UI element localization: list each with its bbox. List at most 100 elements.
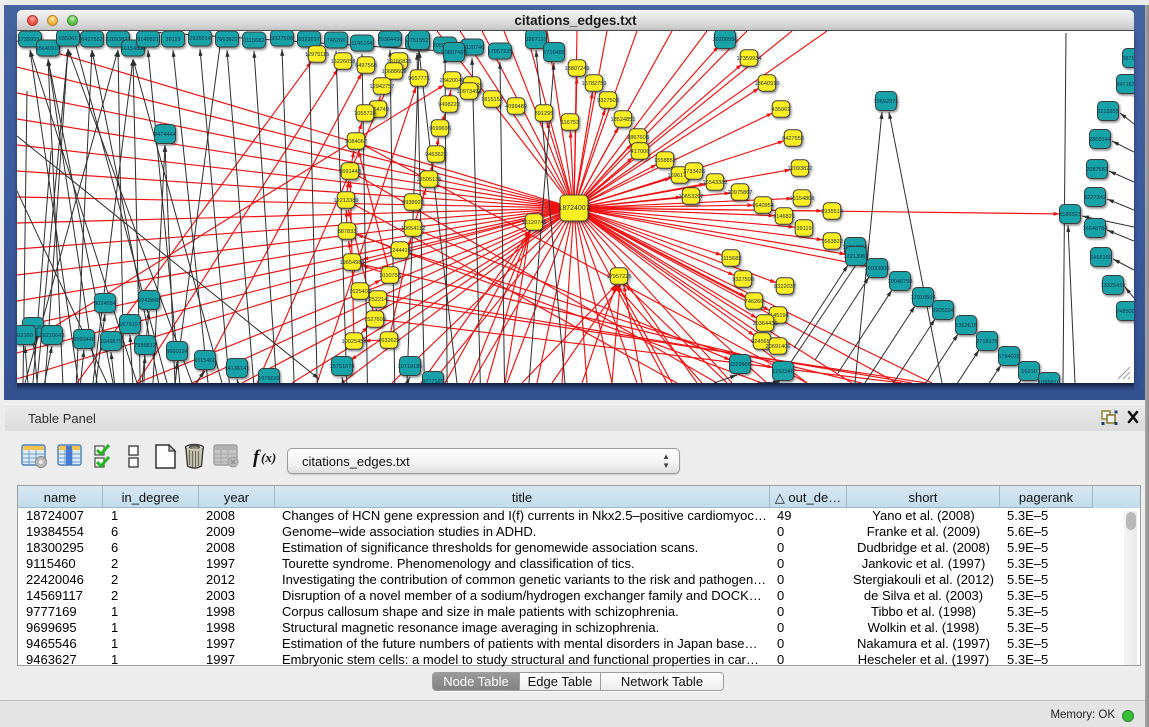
svg-text:12093822: 12093822 (788, 166, 813, 172)
svg-text:10688609: 10688609 (382, 69, 407, 75)
svg-text:20364436: 20364436 (753, 321, 778, 327)
svg-text:3267110: 3267110 (525, 37, 546, 43)
svg-text:12975115: 12975115 (305, 52, 329, 58)
svg-text:16543382: 16543382 (703, 180, 728, 186)
svg-text:2867608: 2867608 (627, 135, 649, 141)
svg-text:16210643: 16210643 (40, 333, 65, 339)
svg-text:8990448: 8990448 (73, 337, 95, 343)
svg-text:9115460: 9115460 (194, 358, 215, 364)
svg-text:15692971: 15692971 (874, 99, 899, 105)
svg-text:10973493: 10973493 (457, 89, 482, 95)
svg-text:10653267: 10653267 (679, 194, 704, 200)
svg-text:16033809: 16033809 (865, 266, 890, 272)
svg-text:7663822: 7663822 (216, 37, 238, 43)
svg-text:1527602: 1527602 (364, 317, 386, 323)
svg-text:20206556: 20206556 (713, 37, 738, 43)
svg-text:15226058: 15226058 (331, 59, 356, 65)
svg-text:10807467: 10807467 (442, 50, 467, 56)
svg-text:435061: 435061 (772, 107, 791, 113)
svg-text:116753: 116753 (561, 120, 579, 126)
svg-text:7625402: 7625402 (349, 289, 371, 295)
svg-text:7955812: 7955812 (134, 343, 156, 349)
svg-text:16210: 16210 (1021, 369, 1037, 375)
svg-text:2087682: 2087682 (1086, 167, 1108, 173)
svg-text:2935514: 2935514 (189, 36, 211, 42)
svg-text:16120746: 16120746 (522, 220, 547, 226)
svg-text:9327508: 9327508 (732, 277, 754, 283)
svg-text:20364436: 20364436 (378, 37, 403, 43)
svg-text:2935514: 2935514 (821, 209, 843, 215)
svg-text:8427552: 8427552 (782, 136, 804, 142)
svg-text:(x): (x) (261, 450, 276, 465)
svg-text:10025458: 10025458 (342, 339, 367, 345)
svg-text:9146821: 9146821 (137, 37, 159, 43)
svg-text:7632621: 7632621 (378, 338, 400, 344)
svg-text:9227342: 9227342 (1084, 195, 1106, 201)
svg-text:9657771: 9657771 (408, 76, 430, 82)
svg-text:12213967: 12213967 (844, 254, 869, 260)
svg-text:39119: 39119 (796, 226, 811, 232)
svg-text:3215955: 3215955 (1097, 109, 1119, 115)
svg-text:17957225: 17957225 (607, 274, 632, 280)
svg-text:9474444: 9474444 (154, 132, 176, 138)
svg-text:18807249: 18807249 (565, 66, 590, 72)
svg-text:1010755: 1010755 (379, 273, 401, 279)
svg-text:9329966: 9329966 (729, 362, 751, 368)
svg-text:9699695: 9699695 (429, 126, 451, 132)
svg-text:17957225: 17957225 (488, 49, 513, 55)
svg-text:9327503: 9327503 (597, 98, 619, 104)
svg-text:20691406: 20691406 (766, 344, 791, 350)
svg-text:8322037: 8322037 (298, 37, 320, 43)
svg-text:12942757: 12942757 (370, 84, 395, 90)
svg-text:8938923: 8938923 (402, 200, 424, 206)
svg-text:5716485: 5716485 (543, 50, 565, 56)
svg-text:8660124: 8660124 (166, 349, 188, 355)
svg-text:3875685: 3875685 (1122, 56, 1134, 62)
svg-text:887833: 887833 (338, 229, 357, 235)
svg-text:9242848: 9242848 (138, 298, 160, 304)
svg-text:8427552: 8427552 (81, 37, 103, 43)
svg-text:252214: 252214 (369, 297, 388, 303)
svg-text:1244415: 1244415 (389, 248, 411, 254)
svg-text:10654112: 10654112 (401, 226, 425, 232)
svg-text:891295: 891295 (535, 111, 554, 117)
svg-text:2718176: 2718176 (976, 339, 998, 345)
svg-text:19046798: 19046798 (888, 279, 913, 285)
svg-text:7485003: 7485003 (1116, 309, 1134, 315)
svg-text:18640910: 18640910 (36, 46, 61, 52)
svg-text:20975867: 20975867 (728, 190, 753, 196)
svg-text:417006: 417006 (631, 149, 650, 155)
svg-text:9463627: 9463627 (425, 152, 447, 158)
svg-text:12213389: 12213389 (334, 198, 359, 204)
svg-text:8322037: 8322037 (774, 284, 796, 290)
svg-text:2803144: 2803144 (1089, 137, 1111, 143)
svg-text:15751074: 15751074 (330, 364, 355, 370)
svg-text:746266: 746266 (327, 38, 346, 44)
svg-text:1055724: 1055724 (354, 111, 376, 117)
svg-text:1733426: 1733426 (683, 169, 705, 175)
svg-text:7663822: 7663822 (821, 239, 843, 245)
svg-text:6794028: 6794028 (998, 354, 1020, 360)
svg-text:1558852: 1558852 (654, 158, 676, 164)
svg-text:1649575: 1649575 (100, 339, 122, 345)
svg-text:6497568: 6497568 (355, 63, 377, 69)
svg-text:6679197: 6679197 (119, 322, 141, 328)
svg-text:3024554: 3024554 (94, 301, 116, 307)
svg-text:9146821: 9146821 (773, 214, 795, 220)
svg-text:16154808: 16154808 (790, 196, 815, 202)
svg-text:18524851: 18524851 (611, 117, 636, 123)
svg-text:62160: 62160 (17, 333, 33, 339)
svg-text:435061: 435061 (59, 36, 78, 42)
svg-text:9084067: 9084067 (345, 139, 367, 145)
svg-text:4099489: 4099489 (505, 104, 527, 110)
svg-text:1292346: 1292346 (772, 369, 794, 375)
svg-text:12505135: 12505135 (417, 177, 442, 183)
svg-text:19654983: 19654983 (340, 260, 365, 266)
svg-text:1640954: 1640954 (752, 203, 774, 209)
svg-text:1815152: 1815152 (481, 97, 503, 103)
svg-text:1691443: 1691443 (339, 169, 361, 175)
svg-text:9327508: 9327508 (271, 36, 293, 42)
svg-text:14136141: 14136141 (225, 366, 250, 372)
svg-text:13325419: 13325419 (1101, 283, 1126, 289)
svg-text:18640910: 18640910 (755, 81, 780, 87)
